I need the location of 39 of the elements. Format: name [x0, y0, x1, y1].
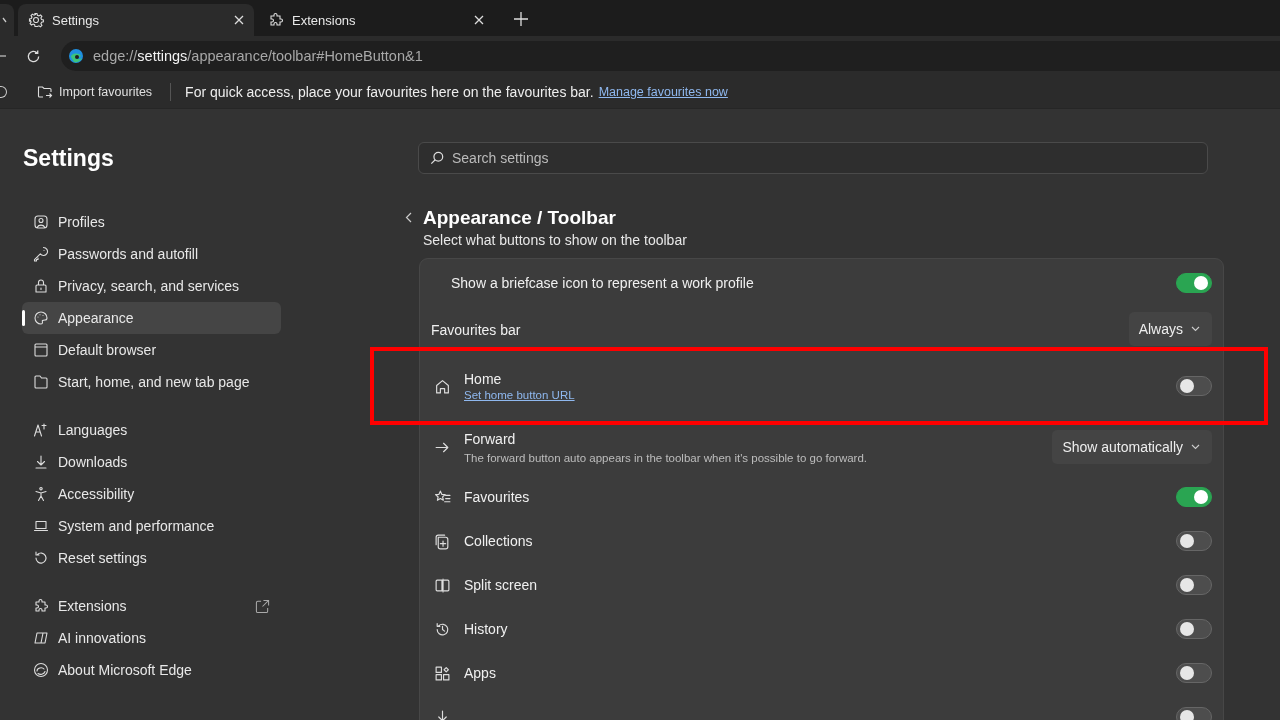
address-field[interactable]: edge://settings/appearance/toolbar#HomeButton&1: [61, 41, 1280, 71]
browser-tab[interactable]: Settings: [18, 4, 254, 36]
sidebar-item[interactable]: Languages: [22, 414, 281, 446]
sidebar-item[interactable]: About Microsoft Edge: [22, 654, 281, 686]
sidebar-item[interactable]: Downloads: [22, 446, 281, 478]
setting-description: The forward button auto appears in the toolbar when it's possible to go forward.: [464, 451, 869, 464]
sidebar-item[interactable]: System and performance: [22, 510, 281, 542]
setting-label: Home: [464, 371, 503, 387]
setting-label: Collections: [464, 533, 534, 549]
setting-label: History: [464, 621, 509, 637]
sidebar-item[interactable]: Privacy, search, and services: [22, 270, 281, 302]
import-favourites-button[interactable]: Import favourites: [33, 82, 157, 102]
setting-label: Split screen: [464, 577, 539, 593]
sidebar-item[interactable]: Start, home, and new tab page: [22, 366, 281, 398]
dropdown[interactable]: Show automatically: [1052, 430, 1212, 464]
sidebar-item[interactable]: Profiles: [22, 206, 281, 238]
sidebar-item[interactable]: Passwords and autofill: [22, 238, 281, 270]
sidebar-item[interactable]: Accessibility: [22, 478, 281, 510]
search-field[interactable]: Search settings: [418, 142, 1208, 174]
page-title: Appearance / Toolbar: [423, 207, 617, 229]
tab-title: Extensions: [292, 12, 357, 28]
tab-title: Settings: [52, 12, 100, 28]
sidebar-title: Settings: [23, 145, 115, 172]
sidebar-item[interactable]: AI innovations: [22, 622, 281, 654]
manage-favourites-link[interactable]: Manage favourites now: [598, 85, 728, 99]
setting-label: Favourites: [464, 489, 531, 505]
dropdown[interactable]: Always: [1128, 312, 1212, 346]
setting-label: Show a briefcase icon to represent a work profile: [451, 275, 755, 291]
favourites-bar-message: For quick access, place your favourites here on the favourites bar.: [185, 84, 594, 100]
page-subtitle: Select what buttons to show on the toolbar: [423, 232, 687, 248]
setting-label: Apps: [464, 665, 497, 681]
setting-label: Favourites bar: [431, 322, 522, 338]
set-home-url-link[interactable]: Set home button URL: [464, 389, 575, 401]
sidebar-item[interactable]: Default browser: [22, 334, 281, 366]
browser-tab[interactable]: Extensions: [258, 4, 494, 36]
sidebar-item[interactable]: Extensions: [22, 590, 281, 622]
sidebar-item[interactable]: Reset settings: [22, 542, 281, 574]
setting-label: Forward: [464, 430, 517, 447]
sidebar-item[interactable]: Appearance: [22, 302, 281, 334]
